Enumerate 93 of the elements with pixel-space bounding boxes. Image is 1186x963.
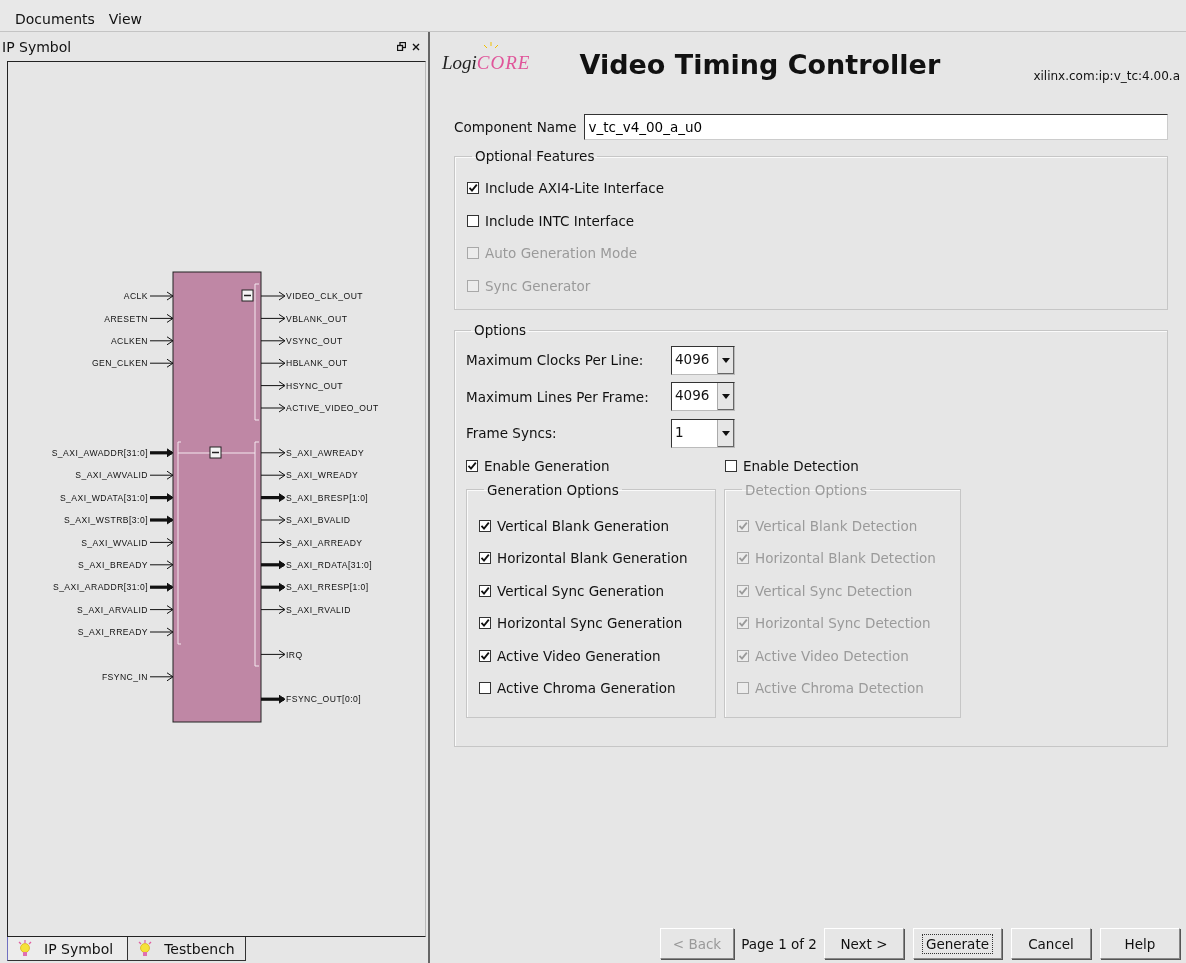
group-title: Detection Options [744,481,868,498]
checkbox[interactable] [479,519,491,532]
checkbox-label: Active Video Generation [497,647,661,664]
group-title: Optional Features [474,148,596,164]
group-title: Generation Options [486,481,620,498]
lightbulb-icon [138,939,153,958]
field-label: Frame Syncs: [466,425,558,442]
port-label: S_AXI_AWADDR[31:0] [51,448,148,458]
checkbox-label: Horizontal Sync Generation [497,615,683,632]
port-label: VBLANK_OUT [286,313,348,324]
checkbox[interactable] [479,682,491,695]
port-label: S_AXI_AWVALID [75,470,148,481]
dropdown[interactable]: 4096 [671,382,735,412]
ip-identifier: xilinx.com:ip:v_tc:4.00.a [1033,69,1180,83]
logo: LogiCORE [441,51,532,75]
wizard-button[interactable]: Cancel [1011,928,1091,959]
page-indicator: Page 1 of 2 [741,935,817,952]
field-label: Component Name [454,119,577,135]
sun-icon [482,42,500,50]
port-label: S_AXI_WREADY [286,470,359,481]
checkbox-label: Enable Generation [484,457,610,474]
group-title: Options [473,322,528,338]
checkbox-label: Vertical Blank Detection [755,517,918,534]
menu-item[interactable]: Documents [10,11,100,27]
checkbox[interactable] [479,617,491,630]
component-name-field[interactable]: v_tc_v4_00_a_u0 [583,114,1168,140]
port-label: FSYNC_OUT[0:0] [286,694,362,705]
tab[interactable]: Testbench [127,937,246,961]
port-label: S_AXI_ARVALID [77,604,148,615]
port-label: VIDEO_CLK_OUT [286,291,363,302]
checkbox[interactable] [479,584,491,597]
port-label: S_AXI_WDATA[31:0] [59,492,148,503]
tab[interactable]: IP Symbol [7,937,128,961]
port-label: IRQ [286,649,303,660]
dropdown-arrow-icon [722,430,730,436]
field-label: Maximum Clocks Per Line: [466,352,645,369]
checkbox-label: Auto Generation Mode [485,245,638,262]
checkbox[interactable] [725,459,737,472]
wizard-button[interactable]: Next > [823,928,904,959]
window-title: Video Timing Controller [579,49,941,80]
port-label: ARESETN [104,313,148,324]
checkbox-label: Active Chroma Detection [755,680,924,697]
dropdown-arrow-icon [722,357,730,363]
port-label: S_AXI_BRESP[1:0] [286,492,369,503]
port-label: HSYNC_OUT [286,380,344,391]
panel-title: IP Symbol [2,38,73,55]
checkbox-label: Include AXI4-Lite Interface [485,180,664,197]
checkbox-label: Active Video Detection [755,647,909,664]
checkbox[interactable] [479,649,491,662]
dropdown[interactable]: 1 [671,418,735,448]
checkbox-label: Vertical Blank Generation [497,517,670,534]
field-label: Maximum Lines Per Frame: [466,388,650,405]
checkbox-label: Active Chroma Generation [497,680,676,697]
checkbox[interactable] [466,459,478,472]
port-label: ACLKEN [110,336,148,346]
wizard-button[interactable]: Generate [912,928,1002,959]
port-label: S_AXI_AWREADY [286,448,365,458]
port-label: S_AXI_WSTRB[3:0] [63,515,148,526]
port-label: S_AXI_RREADY [77,627,148,638]
wizard-button[interactable]: Help [1100,928,1180,959]
port-label: S_AXI_BVALID [286,515,351,526]
checkbox[interactable] [467,214,479,227]
close-icon[interactable] [412,42,420,51]
collapse-icon[interactable] [209,446,222,459]
port-label: HBLANK_OUT [286,358,348,369]
port-label: FSYNC_IN [101,672,148,682]
checkbox-label: Horizontal Blank Detection [755,550,936,567]
port-label: S_AXI_RDATA[31:0] [286,560,373,570]
dropdown-arrow-icon [722,394,730,400]
dropdown[interactable]: 4096 [671,345,735,375]
port-label: S_AXI_ARADDR[31:0] [52,582,148,593]
checkbox-label: Vertical Sync Detection [755,582,913,599]
port-label: S_AXI_RRESP[1:0] [286,582,369,593]
port-label: S_AXI_WVALID [81,537,148,548]
menu-item[interactable]: View [103,11,148,27]
checkbox[interactable] [479,552,491,565]
checkbox-label: Vertical Sync Generation [497,582,664,599]
checkbox-label: Horizontal Sync Detection [755,615,931,632]
port-label: S_AXI_BREADY [78,560,148,570]
checkbox-label: Sync Generator [485,278,591,295]
checkbox-label: Horizontal Blank Generation [497,550,688,567]
lightbulb-icon [18,939,32,958]
checkbox-label: Enable Detection [743,457,859,474]
collapse-icon[interactable] [241,289,254,302]
port-label: VSYNC_OUT [286,336,343,346]
port-label: S_AXI_ARREADY [286,537,363,548]
checkbox[interactable] [467,182,479,195]
port-label: GEN_CLKEN [91,358,148,369]
restore-icon[interactable] [397,42,406,51]
port-label: S_AXI_RVALID [286,604,351,615]
port-label: ACLK [123,291,148,302]
port-label: ACTIVE_VIDEO_OUT [286,403,379,414]
checkbox-label: Include INTC Interface [485,212,635,229]
